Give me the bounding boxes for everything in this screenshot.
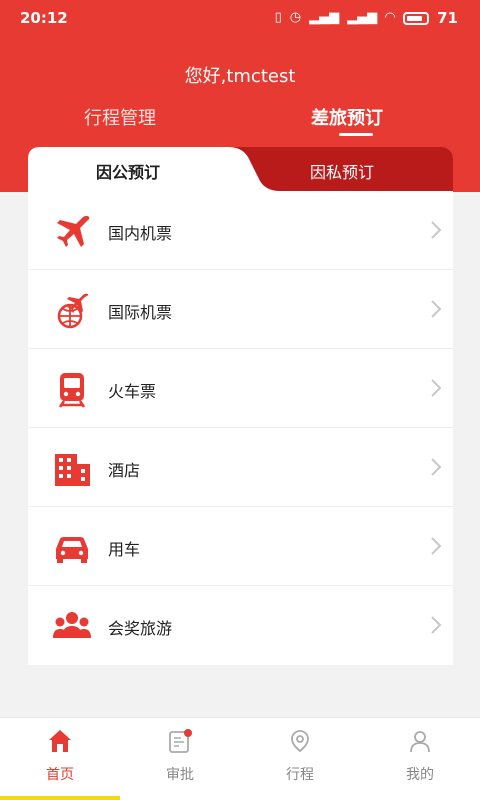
status-time: 20:12 [20, 9, 68, 27]
top-tabs: 行程管理 差旅预订 [0, 104, 480, 144]
globe-airplane-icon [57, 293, 89, 329]
signal-icon-2: ▂▄▆ [347, 10, 378, 25]
status-bar: 20:12 ▯ ◷ ▂▄▆ ▂▄▆ ◠ 71 [0, 0, 480, 36]
chevron-right-icon [431, 221, 442, 239]
nav-mine-label: 我的 [406, 767, 434, 783]
header-banner: 20:12 ▯ ◷ ▂▄▆ ▂▄▆ ◠ 71 您好,tmctest 行程管理 差… [0, 0, 480, 192]
menu-item-mice-travel[interactable]: 会奖旅游 [28, 586, 453, 665]
chevron-right-icon [431, 537, 442, 555]
user-icon [410, 731, 430, 753]
wifi-icon: ◠ [385, 10, 396, 25]
hotel-icon [55, 454, 90, 486]
menu-item-label: 会奖旅游 [108, 619, 173, 638]
menu-item-label: 国内机票 [108, 224, 173, 243]
bottom-tab-bar: 首页 审批 行程 我的 [0, 717, 480, 800]
tab-travel-booking-label: 差旅预订 [311, 108, 383, 129]
nav-approval-label: 审批 [166, 767, 194, 783]
booking-menu-card: 国内机票 国际机票 火车票 酒店 用车 会奖旅游 [28, 191, 453, 665]
nav-itinerary-label: 行程 [286, 767, 314, 783]
tab-business-booking[interactable]: 因公预订 [96, 159, 160, 183]
approval-icon [169, 729, 192, 753]
menu-item-international-flight[interactable]: 国际机票 [28, 270, 453, 349]
menu-item-car[interactable]: 用车 [28, 507, 453, 586]
menu-item-hotel[interactable]: 酒店 [28, 428, 453, 507]
chevron-right-icon [431, 300, 442, 318]
status-icons: ▯ ◷ ▂▄▆ ▂▄▆ ◠ 71 [275, 9, 458, 27]
car-icon [56, 537, 88, 563]
active-tab-underline [339, 133, 373, 136]
nav-home[interactable]: 首页 [30, 728, 90, 788]
active-sub-tab-shape [28, 147, 280, 191]
home-icon [49, 730, 71, 752]
nav-mine[interactable]: 我的 [390, 728, 450, 788]
location-icon [291, 730, 309, 753]
tab-trip-management[interactable]: 行程管理 [84, 104, 156, 130]
menu-item-train[interactable]: 火车票 [28, 349, 453, 428]
chevron-right-icon [431, 458, 442, 476]
nav-itinerary[interactable]: 行程 [270, 728, 330, 788]
menu-item-label: 国际机票 [108, 303, 173, 322]
menu-item-domestic-flight[interactable]: 国内机票 [28, 191, 453, 270]
menu-item-label: 火车票 [108, 382, 157, 401]
nav-approval[interactable]: 审批 [150, 728, 210, 788]
chevron-right-icon [431, 379, 442, 397]
menu-item-label: 酒店 [108, 461, 141, 480]
chevron-right-icon [431, 616, 442, 634]
group-icon [53, 612, 91, 638]
tab-travel-booking[interactable]: 差旅预订 [311, 104, 383, 136]
tab-personal-booking[interactable]: 因私预订 [310, 159, 374, 183]
battery-icon [403, 11, 430, 25]
nav-home-label: 首页 [46, 767, 74, 783]
booking-type-tabs: 因公预订 因私预订 [28, 147, 453, 191]
signal-icon: ▂▄▆ [309, 10, 340, 25]
airplane-icon [57, 215, 90, 247]
alarm-icon: ◷ [289, 10, 302, 25]
train-icon [58, 373, 86, 408]
greeting-text: 您好,tmctest [184, 66, 296, 87]
tab-trip-management-label: 行程管理 [84, 108, 156, 129]
vibrate-icon: ▯ [274, 10, 282, 25]
battery-level: 71 [437, 9, 458, 27]
menu-item-label: 用车 [108, 540, 141, 559]
selection-indicator [0, 796, 120, 800]
